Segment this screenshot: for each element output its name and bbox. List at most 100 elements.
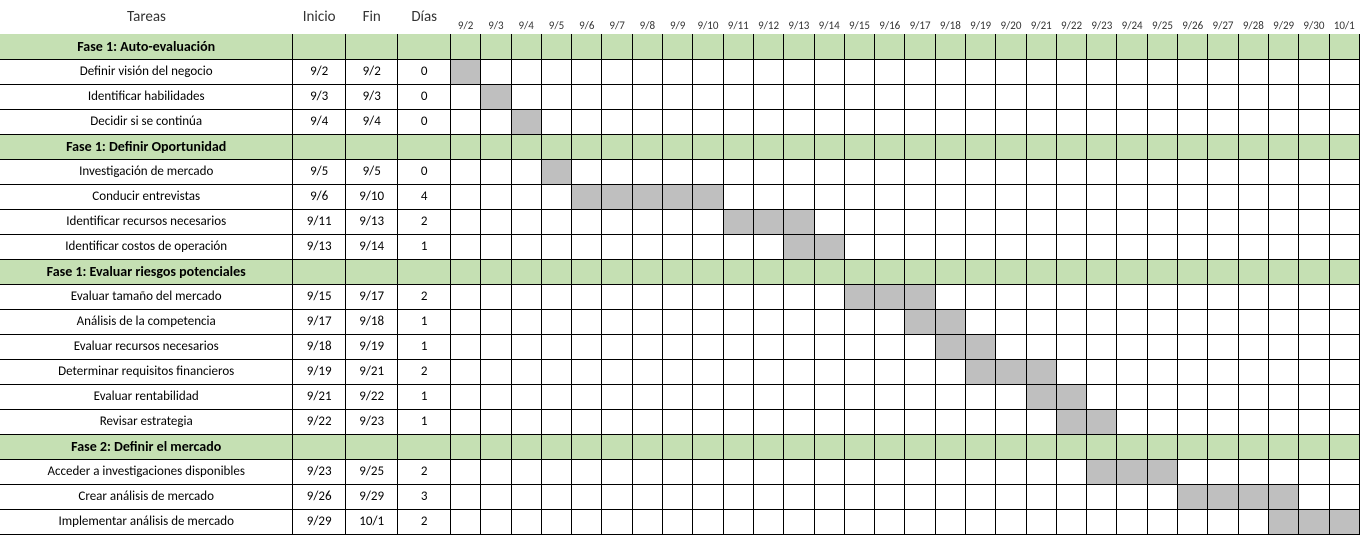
phase-row: Fase 1: Auto-evaluación — [0, 34, 1360, 59]
cell-end: 9/21 — [345, 359, 398, 384]
gantt-cell — [1117, 59, 1147, 84]
gantt-cell — [996, 434, 1026, 459]
gantt-cell — [1238, 109, 1268, 134]
task-row: Evaluar rentabilidad9/219/221 — [0, 384, 1360, 409]
gantt-cell — [1208, 234, 1238, 259]
header-date: 9/5 — [541, 0, 571, 34]
gantt-cell — [1208, 59, 1238, 84]
gantt-cell — [784, 109, 814, 134]
gantt-cell — [602, 334, 632, 359]
gantt-cell — [905, 34, 935, 59]
gantt-cell — [905, 484, 935, 509]
gantt-bar-cell — [1329, 509, 1359, 534]
gantt-cell — [572, 259, 602, 284]
gantt-cell — [1238, 159, 1268, 184]
gantt-cell — [723, 484, 753, 509]
gantt-cell — [1299, 409, 1329, 434]
cell-start: 9/29 — [293, 509, 346, 534]
gantt-cell — [1268, 334, 1298, 359]
gantt-cell — [693, 259, 723, 284]
gantt-cell — [1087, 434, 1117, 459]
gantt-cell — [814, 384, 844, 409]
gantt-cell — [784, 334, 814, 359]
gantt-bar-cell — [966, 359, 996, 384]
gantt-cell — [481, 234, 511, 259]
gantt-cell — [875, 259, 905, 284]
gantt-cell — [632, 334, 662, 359]
gantt-cell — [481, 459, 511, 484]
gantt-cell — [572, 159, 602, 184]
cell-end — [345, 434, 398, 459]
header-date: 9/17 — [905, 0, 935, 34]
gantt-cell — [753, 159, 783, 184]
task-label: Definir visión del negocio — [0, 59, 293, 84]
gantt-cell — [935, 284, 965, 309]
gantt-cell — [1087, 84, 1117, 109]
gantt-cell — [1147, 384, 1177, 409]
gantt-cell — [1299, 459, 1329, 484]
gantt-cell — [1178, 34, 1208, 59]
gantt-cell — [632, 509, 662, 534]
gantt-cell — [450, 234, 480, 259]
gantt-cell — [935, 84, 965, 109]
gantt-cell — [875, 459, 905, 484]
gantt-cell — [1178, 134, 1208, 159]
gantt-cell — [1329, 34, 1359, 59]
gantt-cell — [602, 159, 632, 184]
gantt-cell — [905, 134, 935, 159]
gantt-bar-cell — [481, 84, 511, 109]
gantt-cell — [1208, 84, 1238, 109]
gantt-cell — [1026, 34, 1056, 59]
gantt-cell — [784, 309, 814, 334]
gantt-cell — [723, 434, 753, 459]
gantt-cell — [723, 134, 753, 159]
gantt-cell — [1117, 284, 1147, 309]
gantt-cell — [693, 159, 723, 184]
gantt-cell — [814, 509, 844, 534]
header-date: 9/6 — [572, 0, 602, 34]
gantt-cell — [1238, 334, 1268, 359]
gantt-cell — [753, 409, 783, 434]
gantt-cell — [663, 384, 693, 409]
gantt-cell — [572, 84, 602, 109]
gantt-cell — [723, 509, 753, 534]
gantt-cell — [511, 434, 541, 459]
gantt-cell — [572, 134, 602, 159]
gantt-cell — [875, 234, 905, 259]
gantt-cell — [935, 384, 965, 409]
gantt-cell — [784, 134, 814, 159]
gantt-bar-cell — [632, 184, 662, 209]
gantt-cell — [1056, 484, 1086, 509]
gantt-cell — [723, 384, 753, 409]
gantt-cell — [1117, 434, 1147, 459]
gantt-cell — [1268, 409, 1298, 434]
gantt-cell — [663, 109, 693, 134]
gantt-cell — [1329, 284, 1359, 309]
gantt-bar-cell — [966, 334, 996, 359]
task-label: Identificar recursos necesarios — [0, 209, 293, 234]
gantt-bar-cell — [1178, 484, 1208, 509]
gantt-cell — [1056, 459, 1086, 484]
gantt-bar-cell — [572, 184, 602, 209]
gantt-bar-cell — [784, 234, 814, 259]
gantt-cell — [572, 209, 602, 234]
gantt-cell — [935, 234, 965, 259]
gantt-cell — [875, 59, 905, 84]
gantt-cell — [935, 434, 965, 459]
cell-days: 0 — [398, 159, 451, 184]
gantt-cell — [1056, 284, 1086, 309]
gantt-cell — [966, 184, 996, 209]
gantt-cell — [602, 359, 632, 384]
gantt-bar-cell — [602, 184, 632, 209]
gantt-cell — [1178, 159, 1208, 184]
gantt-cell — [784, 184, 814, 209]
gantt-bar-cell — [996, 359, 1026, 384]
gantt-cell — [753, 59, 783, 84]
gantt-cell — [1329, 259, 1359, 284]
gantt-cell — [723, 159, 753, 184]
gantt-cell — [723, 309, 753, 334]
gantt-cell — [511, 459, 541, 484]
header-date: 9/9 — [663, 0, 693, 34]
header-date: 9/12 — [753, 0, 783, 34]
gantt-cell — [753, 109, 783, 134]
